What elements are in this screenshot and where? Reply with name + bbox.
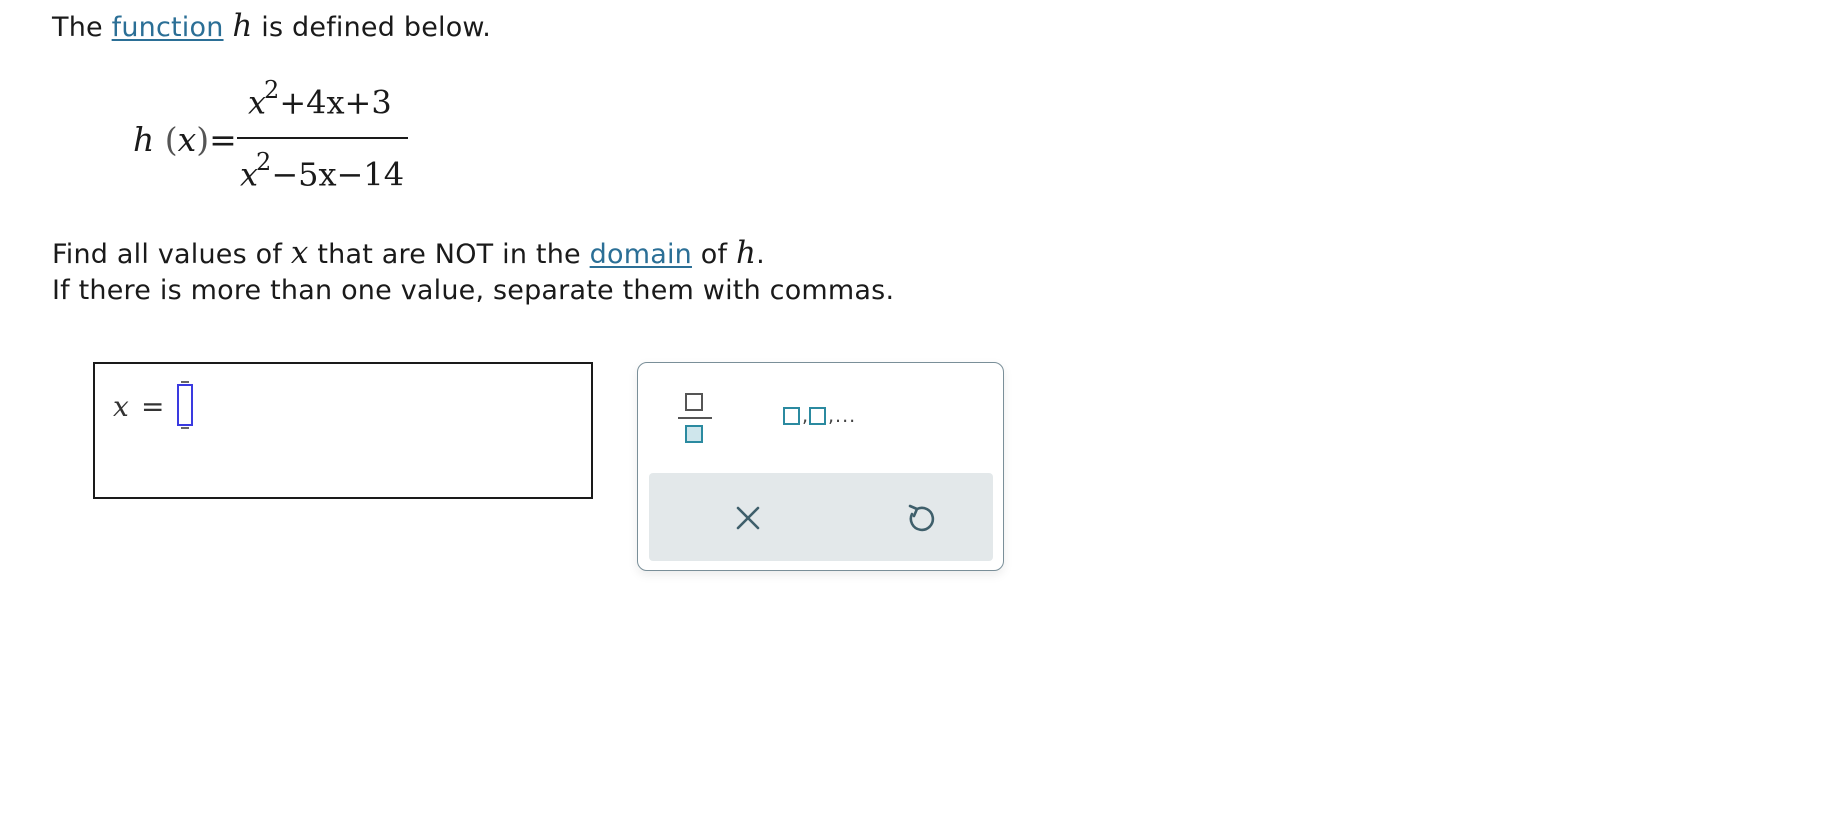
answer-entry-slot[interactable] (177, 381, 193, 429)
variable-h: h (736, 235, 757, 271)
formula-numerator: x2+4x+3 (248, 76, 392, 122)
function-name-h: h (232, 8, 253, 44)
clear-button[interactable] (725, 495, 771, 541)
formula-arg: x (177, 120, 197, 159)
answer-input[interactable]: x = (93, 362, 593, 499)
intro-text-post: is defined below. (261, 12, 492, 43)
question-intro: The function h is defined below. (52, 8, 491, 44)
answer-equals: = (141, 390, 165, 423)
action-bar (649, 473, 993, 561)
math-tool-panel: , ,... (637, 362, 1004, 571)
fraction-bar (237, 137, 408, 139)
close-icon (736, 506, 760, 530)
variable-x: x (290, 235, 309, 271)
function-link[interactable]: function (112, 12, 224, 43)
answer-variable: x (113, 390, 129, 423)
question-prompt: Find all values of x that are NOT in the… (52, 235, 765, 271)
undo-icon (908, 504, 935, 532)
domain-link[interactable]: domain (590, 239, 692, 270)
formula-lhs: h (x)= (133, 120, 237, 159)
question-instructions: If there is more than one value, separat… (52, 275, 895, 306)
fraction-button[interactable] (675, 385, 717, 445)
formula-equals: = (209, 120, 237, 159)
formula-denominator: x2−5x−14 (240, 148, 405, 194)
formula-func: h (133, 120, 155, 159)
intro-text-pre: The (52, 12, 103, 43)
undo-button[interactable] (897, 495, 943, 541)
comma-list-button[interactable]: , ,... (783, 401, 873, 433)
